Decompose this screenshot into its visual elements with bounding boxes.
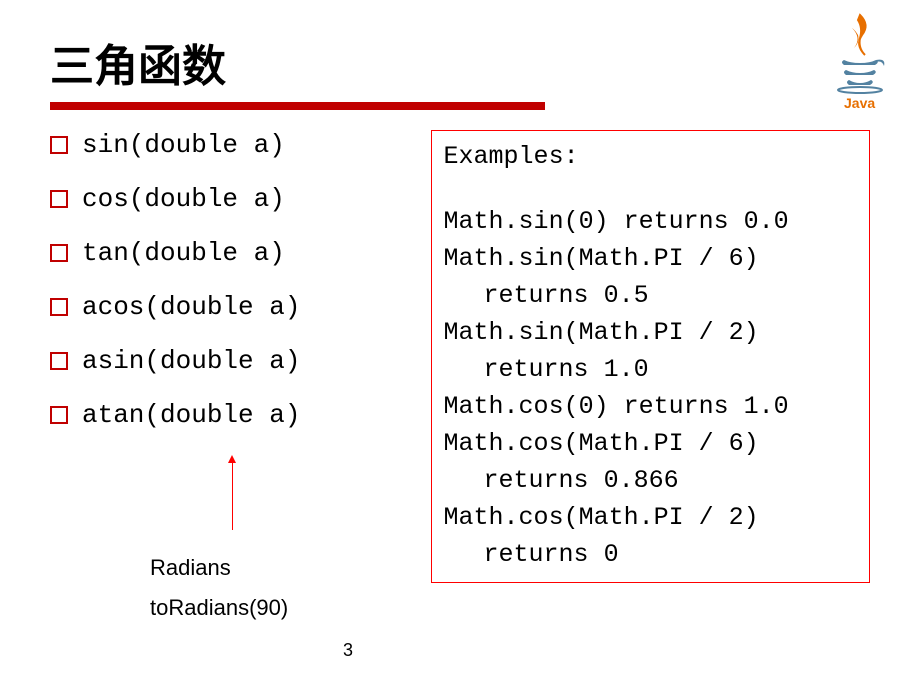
- example-line: Math.sin(0) returns 0.0: [444, 204, 857, 239]
- example-line: returns 1.0: [444, 352, 857, 387]
- bullet-icon: [50, 190, 68, 208]
- function-item: tan(double a): [50, 238, 421, 268]
- function-name: cos(double a): [82, 184, 285, 214]
- example-line: Math.sin(Math.PI / 2): [444, 315, 857, 350]
- function-name: sin(double a): [82, 130, 285, 160]
- function-name: asin(double a): [82, 346, 300, 376]
- example-line: returns 0.5: [444, 278, 857, 313]
- example-line: Math.cos(Math.PI / 6): [444, 426, 857, 461]
- function-item: cos(double a): [50, 184, 421, 214]
- bullet-icon: [50, 406, 68, 424]
- function-name: tan(double a): [82, 238, 285, 268]
- toradians-annotation: toRadians(90): [150, 595, 288, 621]
- bullet-icon: [50, 352, 68, 370]
- examples-box: Examples: Math.sin(0) returns 0.0 Math.s…: [431, 130, 870, 583]
- content-area: sin(double a) cos(double a) tan(double a…: [50, 130, 870, 583]
- java-logo-icon: Java: [830, 10, 890, 110]
- bullet-icon: [50, 298, 68, 316]
- slide-content: Java 三角函数 sin(double a) cos(double a) ta…: [0, 0, 920, 613]
- examples-heading: Examples:: [444, 139, 857, 174]
- radians-annotation: Radians: [150, 555, 231, 581]
- bullet-icon: [50, 244, 68, 262]
- example-line: returns 0.866: [444, 463, 857, 498]
- example-line: Math.cos(0) returns 1.0: [444, 389, 857, 424]
- slide-title: 三角函数: [50, 30, 870, 94]
- example-line: returns 0: [444, 537, 857, 572]
- function-name: atan(double a): [82, 400, 300, 430]
- bullet-icon: [50, 136, 68, 154]
- example-line: Math.sin(Math.PI / 6): [444, 241, 857, 276]
- function-item: asin(double a): [50, 346, 421, 376]
- title-divider: [50, 102, 545, 110]
- page-number: 3: [343, 640, 353, 661]
- function-item: sin(double a): [50, 130, 421, 160]
- function-list: sin(double a) cos(double a) tan(double a…: [50, 130, 421, 430]
- function-item: acos(double a): [50, 292, 421, 322]
- function-item: atan(double a): [50, 400, 421, 430]
- function-name: acos(double a): [82, 292, 300, 322]
- svg-text:Java: Java: [844, 95, 875, 110]
- function-list-column: sin(double a) cos(double a) tan(double a…: [50, 130, 421, 583]
- example-line: Math.cos(Math.PI / 2): [444, 500, 857, 535]
